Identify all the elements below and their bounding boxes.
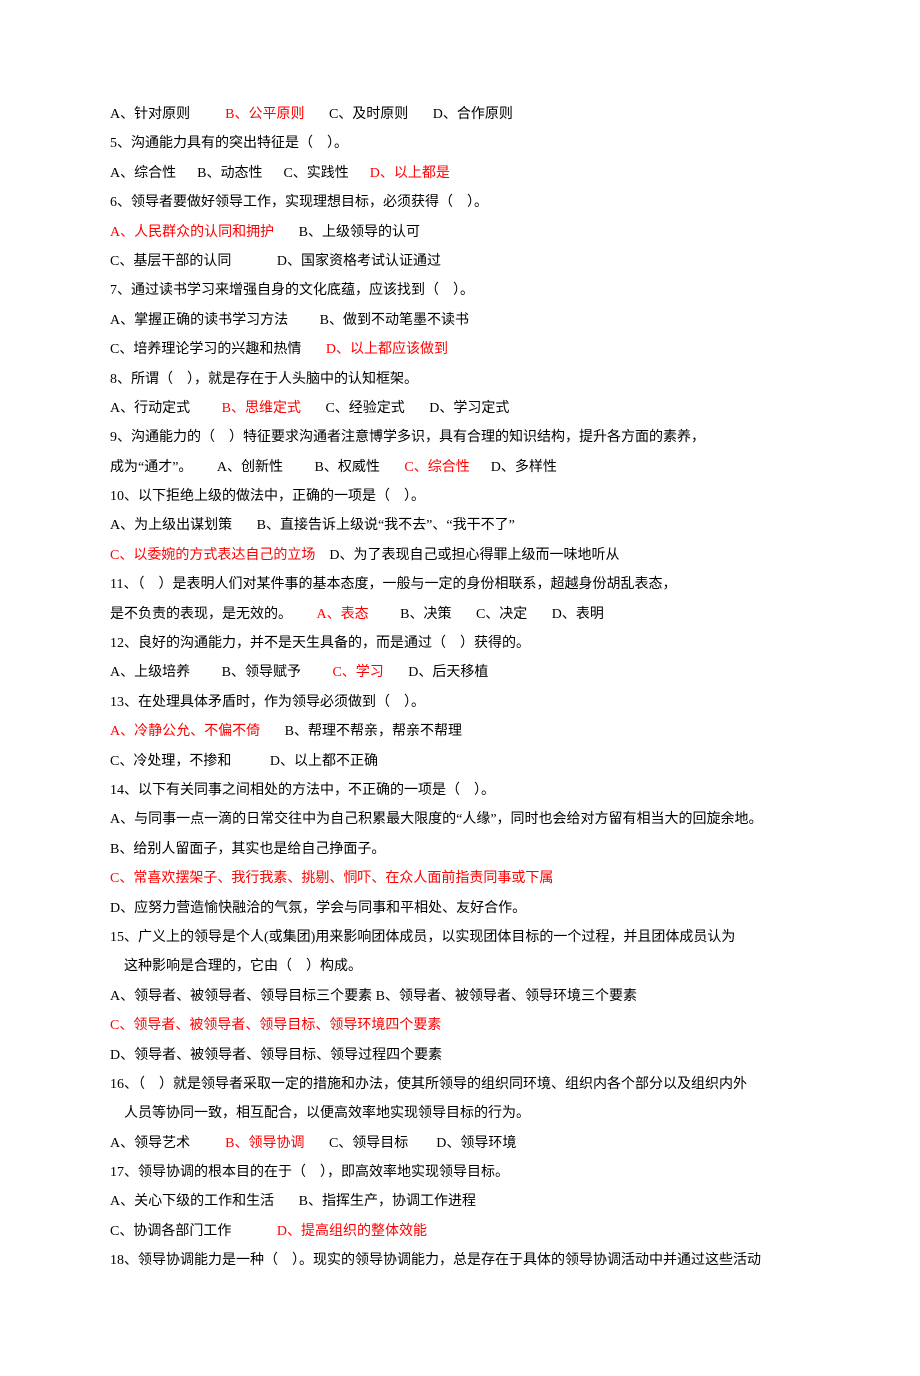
question-text: B、决策 C、决定 D、表明 — [369, 607, 604, 622]
question-text: 11、（ ）是表明人们对某件事的基本态度，一般与一定的身份相联系，超越身份胡乱表… — [110, 577, 676, 592]
question-text: A、与同事一点一滴的日常交往中为自己积累最大限度的“人缘”，同时也会给对方留有相… — [110, 812, 763, 827]
text-line: A、上级培养 B、领导赋予 C、学习 D、后天移植 — [110, 658, 820, 687]
question-text: 这种影响是合理的，它由（ ）构成。 — [110, 959, 362, 974]
answer-text: C、领导者、被领导者、领导目标、领导环境四个要素 — [110, 1018, 441, 1033]
question-text: 8、所谓（ ），就是存在于人头脑中的认知框架。 — [110, 372, 418, 387]
question-text: B、上级领导的认可 — [274, 225, 420, 240]
question-text: A、上级培养 B、领导赋予 — [110, 665, 332, 680]
question-text: 成为“通才”。 A、创新性 B、权威性 — [110, 460, 404, 475]
text-line: 7、通过读书学习来增强自身的文化底蕴，应该找到（ ）。 — [110, 276, 820, 305]
text-line: 人员等协同一致，相互配合，以便高效率地实现领导目标的行为。 — [110, 1099, 820, 1128]
text-line: A、针对原则 B、公平原则 C、及时原则 D、合作原则 — [110, 100, 820, 129]
question-text: B、帮理不帮亲，帮亲不帮理 — [260, 724, 462, 739]
question-text: D、领导者、被领导者、领导目标、领导过程四个要素 — [110, 1048, 442, 1063]
text-line: 13、在处理具体矛盾时，作为领导必须做到（ ）。 — [110, 688, 820, 717]
text-line: 12、良好的沟通能力，并不是天生具备的，而是通过（ ）获得的。 — [110, 629, 820, 658]
text-line: C、领导者、被领导者、领导目标、领导环境四个要素 — [110, 1011, 820, 1040]
question-text: 5、沟通能力具有的突出特征是（ ）。 — [110, 136, 348, 151]
text-line: A、行动定式 B、思维定式 C、经验定式 D、学习定式 — [110, 394, 820, 423]
text-line: 10、以下拒绝上级的做法中，正确的一项是（ ）。 — [110, 482, 820, 511]
question-text: A、针对原则 — [110, 107, 225, 122]
text-line: 8、所谓（ ），就是存在于人头脑中的认知框架。 — [110, 365, 820, 394]
question-text: 17、领导协调的根本目的在于（ ），即高效率地实现领导目标。 — [110, 1165, 509, 1180]
text-line: A、人民群众的认同和拥护 B、上级领导的认可 — [110, 218, 820, 247]
question-text: D、为了表现自己或担心得罪上级而一味地听从 — [315, 548, 619, 563]
question-list: A、针对原则 B、公平原则 C、及时原则 D、合作原则 5、沟通能力具有的突出特征… — [110, 100, 820, 1276]
question-text: A、关心下级的工作和生活 B、指挥生产，协调工作进程 — [110, 1194, 476, 1209]
question-text: 18、领导协调能力是一种（ ）。现实的领导协调能力，总是存在于具体的领导协调活动… — [110, 1253, 761, 1268]
answer-text: D、以上都应该做到 — [326, 342, 448, 357]
question-text: 16、（ ）就是领导者采取一定的措施和办法，使其所领导的组织同环境、组织内各个部… — [110, 1077, 747, 1092]
text-line: A、掌握正确的读书学习方法 B、做到不动笔墨不读书 — [110, 306, 820, 335]
question-text: 13、在处理具体矛盾时，作为领导必须做到（ ）。 — [110, 695, 425, 710]
text-line: A、为上级出谋划策 B、直接告诉上级说“我不去”、“我干不了” — [110, 511, 820, 540]
question-text: D、后天移植 — [384, 665, 489, 680]
answer-text: C、常喜欢摆架子、我行我素、挑剔、恫吓、在众人面前指责同事或下属 — [110, 871, 553, 886]
text-line: A、领导者、被领导者、领导目标三个要素 B、领导者、被领导者、领导环境三个要素 — [110, 982, 820, 1011]
text-line: 是不负责的表现，是无效的。 A、表态 B、决策 C、决定 D、表明 — [110, 600, 820, 629]
text-line: A、领导艺术 B、领导协调 C、领导目标 D、领导环境 — [110, 1129, 820, 1158]
question-text: 15、广义上的领导是个人(或集团)用来影响团体成员，以实现团体目标的一个过程，并… — [110, 930, 735, 945]
text-line: 16、（ ）就是领导者采取一定的措施和办法，使其所领导的组织同环境、组织内各个部… — [110, 1070, 820, 1099]
question-text: C、培养理论学习的兴趣和热情 — [110, 342, 326, 357]
text-line: C、培养理论学习的兴趣和热情 D、以上都应该做到 — [110, 335, 820, 364]
question-text: C、及时原则 D、合作原则 — [304, 107, 512, 122]
question-text: 7、通过读书学习来增强自身的文化底蕴，应该找到（ ）。 — [110, 283, 474, 298]
answer-text: A、冷静公允、不偏不倚 — [110, 724, 260, 739]
question-text: A、为上级出谋划策 B、直接告诉上级说“我不去”、“我干不了” — [110, 518, 515, 533]
text-line: C、协调各部门工作 D、提高组织的整体效能 — [110, 1217, 820, 1246]
question-text: D、多样性 — [470, 460, 557, 475]
question-text: A、领导者、被领导者、领导目标三个要素 B、领导者、被领导者、领导环境三个要素 — [110, 989, 637, 1004]
text-line: A、综合性 B、动态性 C、实践性 D、以上都是 — [110, 159, 820, 188]
text-line: B、给别人留面子，其实也是给自己挣面子。 — [110, 835, 820, 864]
answer-text: C、综合性 — [404, 460, 469, 475]
text-line: D、应努力营造愉快融洽的气氛，学会与同事和平相处、友好合作。 — [110, 894, 820, 923]
question-text: 10、以下拒绝上级的做法中，正确的一项是（ ）。 — [110, 489, 425, 504]
text-line: C、以委婉的方式表达自己的立场 D、为了表现自己或担心得罪上级而一味地听从 — [110, 541, 820, 570]
text-line: 成为“通才”。 A、创新性 B、权威性 C、综合性 D、多样性 — [110, 453, 820, 482]
text-line: 17、领导协调的根本目的在于（ ），即高效率地实现领导目标。 — [110, 1158, 820, 1187]
answer-text: A、人民群众的认同和拥护 — [110, 225, 274, 240]
question-text: C、领导目标 D、领导环境 — [304, 1136, 516, 1151]
text-line: 18、领导协调能力是一种（ ）。现实的领导协调能力，总是存在于具体的领导协调活动… — [110, 1246, 820, 1275]
question-text: C、经验定式 D、学习定式 — [301, 401, 509, 416]
text-line: 11、（ ）是表明人们对某件事的基本态度，一般与一定的身份相联系，超越身份胡乱表… — [110, 570, 820, 599]
answer-text: B、公平原则 — [225, 107, 304, 122]
text-line: 6、领导者要做好领导工作，实现理想目标，必须获得（ ）。 — [110, 188, 820, 217]
question-text: C、基层干部的认同 D、国家资格考试认证通过 — [110, 254, 441, 269]
question-text: C、冷处理，不掺和 D、以上都不正确 — [110, 754, 378, 769]
answer-text: D、提高组织的整体效能 — [277, 1224, 427, 1239]
text-line: A、冷静公允、不偏不倚 B、帮理不帮亲，帮亲不帮理 — [110, 717, 820, 746]
question-text: B、给别人留面子，其实也是给自己挣面子。 — [110, 842, 385, 857]
text-line: C、基层干部的认同 D、国家资格考试认证通过 — [110, 247, 820, 276]
text-line: 这种影响是合理的，它由（ ）构成。 — [110, 952, 820, 981]
question-text: A、综合性 B、动态性 C、实践性 — [110, 166, 370, 181]
text-line: C、常喜欢摆架子、我行我素、挑剔、恫吓、在众人面前指责同事或下属 — [110, 864, 820, 893]
text-line: 9、沟通能力的（ ）特征要求沟通者注意博学多识，具有合理的知识结构，提升各方面的… — [110, 423, 820, 452]
text-line: C、冷处理，不掺和 D、以上都不正确 — [110, 747, 820, 776]
question-text: 12、良好的沟通能力，并不是天生具备的，而是通过（ ）获得的。 — [110, 636, 530, 651]
answer-text: A、表态 — [317, 607, 369, 622]
answer-text: C、学习 — [332, 665, 383, 680]
question-text: C、协调各部门工作 — [110, 1224, 277, 1239]
answer-text: D、以上都是 — [370, 166, 450, 181]
question-text: 14、以下有关同事之间相处的方法中，不正确的一项是（ ）。 — [110, 783, 495, 798]
question-text: 是不负责的表现，是无效的。 — [110, 607, 317, 622]
answer-text: B、领导协调 — [225, 1136, 304, 1151]
question-text: A、掌握正确的读书学习方法 B、做到不动笔墨不读书 — [110, 313, 469, 328]
answer-text: C、以委婉的方式表达自己的立场 — [110, 548, 315, 563]
question-text: 6、领导者要做好领导工作，实现理想目标，必须获得（ ）。 — [110, 195, 488, 210]
question-text: 人员等协同一致，相互配合，以便高效率地实现领导目标的行为。 — [110, 1106, 530, 1121]
text-line: 15、广义上的领导是个人(或集团)用来影响团体成员，以实现团体目标的一个过程，并… — [110, 923, 820, 952]
text-line: 5、沟通能力具有的突出特征是（ ）。 — [110, 129, 820, 158]
text-line: A、关心下级的工作和生活 B、指挥生产，协调工作进程 — [110, 1187, 820, 1216]
question-text: 9、沟通能力的（ ）特征要求沟通者注意博学多识，具有合理的知识结构，提升各方面的… — [110, 430, 705, 445]
text-line: 14、以下有关同事之间相处的方法中，不正确的一项是（ ）。 — [110, 776, 820, 805]
answer-text: B、思维定式 — [222, 401, 301, 416]
text-line: D、领导者、被领导者、领导目标、领导过程四个要素 — [110, 1041, 820, 1070]
text-line: A、与同事一点一滴的日常交往中为自己积累最大限度的“人缘”，同时也会给对方留有相… — [110, 805, 820, 834]
question-text: D、应努力营造愉快融洽的气氛，学会与同事和平相处、友好合作。 — [110, 901, 526, 916]
question-text: A、领导艺术 — [110, 1136, 225, 1151]
question-text: A、行动定式 — [110, 401, 222, 416]
